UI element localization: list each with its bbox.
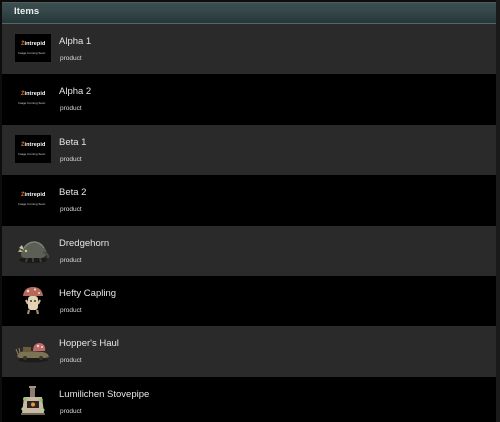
list-item[interactable]: Hefty Capling product (2, 275, 496, 327)
list-item[interactable]: Źintrepid Image Coming Soon Alpha 1 prod… (2, 24, 496, 75)
hefty-capling-mushroom-icon (15, 284, 51, 316)
placeholder-image-icon: Źintrepid Image Coming Soon (15, 133, 51, 165)
panel-header: Items (2, 2, 496, 24)
lumilichen-stovepipe-icon (15, 385, 51, 417)
hoppers-haul-snail-cart-icon (15, 334, 51, 366)
item-type: product (60, 357, 82, 365)
placeholder-image-icon: Źintrepid Image Coming Soon (15, 82, 51, 114)
list-item[interactable]: Hopper's Haul product (2, 326, 496, 377)
placeholder-image-icon: Źintrepid Image Coming Soon (15, 183, 51, 215)
item-name: Alpha 1 (59, 36, 92, 47)
item-type: product (60, 55, 82, 62)
placeholder-image-icon: Źintrepid Image Coming Soon (15, 32, 51, 64)
item-type: product (60, 256, 82, 264)
item-name: Lumilichen Stovepipe (59, 388, 150, 400)
items-list: Źintrepid Image Coming Soon Alpha 1 prod… (2, 24, 496, 422)
item-type: product (60, 306, 82, 314)
list-item[interactable]: Lumilichen Stovepipe product (2, 376, 496, 422)
item-type: product (60, 206, 82, 214)
item-name: Dredgehorn (59, 237, 110, 249)
list-item[interactable]: Źintrepid Image Coming Soon Beta 2 produ… (2, 175, 496, 226)
panel-title: Items (14, 6, 40, 17)
scrollbar-track[interactable] (496, 0, 500, 422)
list-item[interactable]: Źintrepid Image Coming Soon Alpha 2 prod… (2, 74, 496, 125)
item-name: Beta 1 (59, 136, 87, 148)
item-type: product (60, 155, 82, 163)
list-item[interactable]: Źintrepid Image Coming Soon Beta 1 produ… (2, 124, 496, 176)
dredgehorn-creature-icon (15, 234, 51, 266)
item-type: product (60, 105, 82, 113)
item-name: Hefty Capling (59, 287, 117, 299)
item-name: Beta 2 (59, 187, 87, 199)
item-name: Hopper's Haul (59, 338, 119, 350)
items-panel: Items Źintrepid Image Coming Soon Alpha … (0, 0, 500, 422)
item-type: product (60, 407, 82, 415)
item-name: Alpha 2 (59, 86, 92, 98)
list-item[interactable]: Dredgehorn product (2, 225, 496, 276)
